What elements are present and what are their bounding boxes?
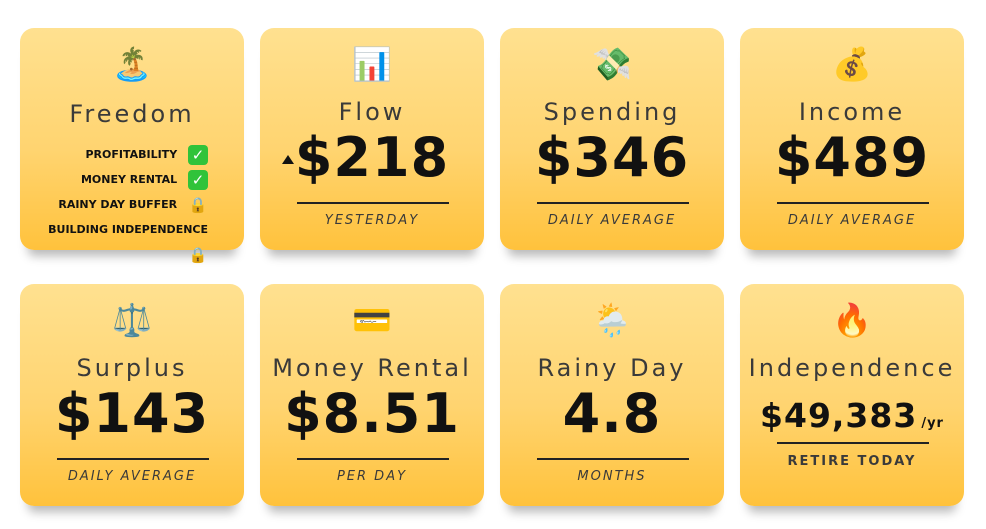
divider: [777, 202, 929, 204]
island-icon: 🏝️: [112, 45, 152, 83]
lock-icon: 🔒: [188, 246, 208, 264]
check-icon: ✓: [188, 145, 208, 165]
independence-value-wrap: $49,383/yr: [740, 396, 964, 435]
freedom-item-rainy-day-buffer: RAINY DAY BUFFER 🔒: [20, 192, 208, 217]
freedom-item-label: MONEY RENTAL: [80, 173, 178, 186]
flow-value: $218: [294, 126, 450, 189]
rainy-day-value: 4.8: [562, 382, 662, 445]
bar-chart-icon: 📊: [352, 45, 392, 83]
income-title: Income: [798, 98, 906, 126]
independence-value: $49,383: [760, 396, 918, 435]
rainy-day-card[interactable]: 🌦️ Rainy Day 4.8 MONTHS: [500, 284, 724, 506]
balance-scale-icon: ⚖️: [112, 301, 152, 339]
money-rental-value: $8.51: [284, 382, 460, 445]
freedom-checklist: PROFITABILITY ✓ MONEY RENTAL ✓ RAINY DAY…: [20, 142, 208, 264]
surplus-card[interactable]: ⚖️ Surplus $143 DAILY AVERAGE: [20, 284, 244, 506]
money-rental-title: Money Rental: [272, 354, 472, 382]
money-bag-icon: 💰: [832, 45, 872, 83]
spending-value: $346: [534, 126, 690, 189]
freedom-item-building-independence: BUILDING INDEPENDENCE 🔒: [20, 217, 208, 264]
surplus-value: $143: [54, 382, 210, 445]
flow-card[interactable]: 📊 Flow $218 YESTERDAY: [260, 28, 484, 250]
spending-title: Spending: [543, 98, 681, 126]
independence-unit: /yr: [921, 416, 944, 431]
freedom-title: Freedom: [69, 100, 195, 128]
independence-card[interactable]: 🔥 Independence $49,383/yr RETIRE TODAY: [740, 284, 964, 506]
divider: [777, 442, 929, 444]
income-card[interactable]: 💰 Income $489 DAILY AVERAGE: [740, 28, 964, 250]
credit-card-icon: 💳: [352, 301, 392, 339]
check-icon: ✓: [188, 170, 208, 190]
freedom-item-label: BUILDING INDEPENDENCE: [48, 223, 208, 236]
freedom-item-profitability: PROFITABILITY ✓: [20, 142, 208, 167]
income-caption: DAILY AVERAGE: [787, 213, 917, 228]
income-value: $489: [774, 126, 930, 189]
divider: [537, 202, 689, 204]
spending-caption: DAILY AVERAGE: [547, 213, 677, 228]
divider: [57, 458, 209, 460]
freedom-card[interactable]: 🏝️ Freedom PROFITABILITY ✓ MONEY RENTAL …: [20, 28, 244, 264]
freedom-item-label: RAINY DAY BUFFER: [58, 198, 178, 211]
flow-title: Flow: [338, 98, 406, 126]
independence-caption: RETIRE TODAY: [787, 454, 917, 469]
freedom-item-label: PROFITABILITY: [85, 148, 178, 161]
divider: [537, 458, 689, 460]
fire-icon: 🔥: [832, 301, 872, 339]
rainy-day-caption: MONTHS: [577, 469, 647, 484]
rainy-day-title: Rainy Day: [537, 354, 687, 382]
money-rental-card[interactable]: 💳 Money Rental $8.51 PER DAY: [260, 284, 484, 506]
flow-caption: YESTERDAY: [324, 213, 420, 228]
sun-behind-rain-cloud-icon: 🌦️: [592, 301, 632, 339]
spending-card[interactable]: 💸 Spending $346 DAILY AVERAGE: [500, 28, 724, 250]
surplus-caption: DAILY AVERAGE: [67, 469, 197, 484]
lock-icon: 🔒: [188, 196, 208, 214]
divider: [297, 458, 449, 460]
freedom-item-money-rental: MONEY RENTAL ✓: [20, 167, 208, 192]
money-rental-caption: PER DAY: [336, 469, 408, 484]
divider: [297, 202, 449, 204]
surplus-title: Surplus: [76, 354, 188, 382]
money-with-wings-icon: 💸: [592, 45, 632, 83]
independence-title: Independence: [748, 354, 956, 382]
